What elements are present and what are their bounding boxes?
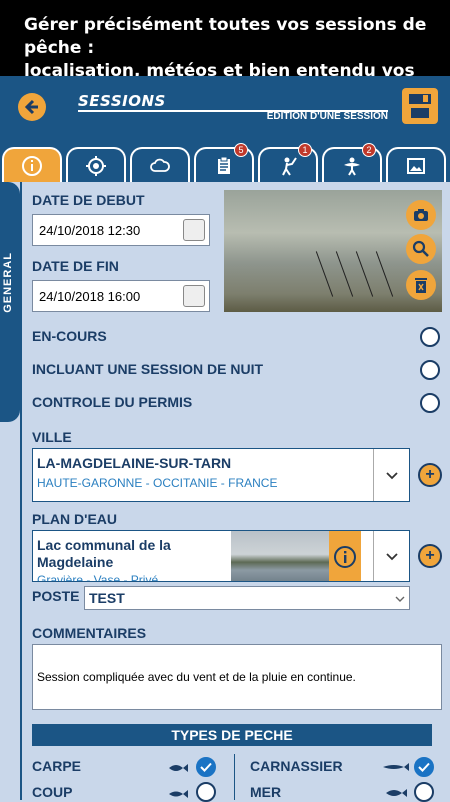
chevron-down-icon bbox=[385, 472, 398, 480]
type-check-mer[interactable] bbox=[414, 782, 434, 802]
camera-button[interactable] bbox=[406, 200, 436, 230]
comments-label: COMMENTAIRES bbox=[32, 625, 147, 641]
water-body-photo bbox=[231, 531, 329, 581]
banner-line-1: Gérer précisément toutes vos sessions de… bbox=[24, 15, 427, 58]
add-city-button[interactable]: + bbox=[418, 463, 442, 487]
camera-icon bbox=[414, 209, 428, 221]
page-subtitle: EDITION D'UNE SESSION bbox=[266, 111, 388, 122]
side-tab-label: GENERAL bbox=[2, 252, 14, 313]
water-body-details: Gravière - Vase - Privé bbox=[37, 573, 159, 582]
city-name: LA-MAGDELAINE-SUR-TARN bbox=[37, 455, 232, 471]
floppy-disk-icon bbox=[409, 94, 431, 118]
fisherman-icon bbox=[282, 156, 297, 176]
check-icon bbox=[418, 762, 430, 772]
promo-banner: Gérer précisément toutes vos sessions de… bbox=[0, 0, 450, 107]
fish-icon bbox=[169, 790, 188, 798]
type-label-carnassier: CARNASSIER bbox=[250, 758, 343, 774]
tab-gallery[interactable] bbox=[386, 147, 446, 182]
fish-catch-icon bbox=[344, 157, 360, 176]
post-label: POSTE bbox=[32, 588, 80, 604]
zoom-button[interactable] bbox=[406, 234, 436, 264]
gallery-icon bbox=[407, 157, 425, 174]
en-cours-label: EN-COURS bbox=[32, 328, 107, 344]
crosshair-icon bbox=[86, 155, 106, 176]
tab-badge: 2 bbox=[362, 143, 376, 157]
info-icon bbox=[334, 546, 356, 568]
end-date-label: DATE DE FIN bbox=[32, 258, 119, 274]
carp-icon bbox=[169, 764, 188, 772]
water-body-dropdown[interactable] bbox=[373, 531, 409, 581]
city-region: HAUTE-GARONNE - OCCITANIE - FRANCE bbox=[37, 476, 278, 490]
page-title: SESSIONS bbox=[78, 92, 166, 110]
tab-catches[interactable]: 2 bbox=[322, 143, 382, 182]
water-body-info-button[interactable] bbox=[329, 531, 361, 581]
en-cours-toggle[interactable] bbox=[420, 327, 440, 347]
side-tab-general[interactable]: GENERAL bbox=[0, 182, 20, 422]
general-panel: DATE DE DEBUT 24/10/2018 12:30 DATE DE F… bbox=[20, 182, 450, 802]
tab-badge: 1 bbox=[298, 143, 312, 157]
type-check-coup[interactable] bbox=[196, 782, 216, 802]
type-check-carpe[interactable] bbox=[196, 757, 216, 777]
end-date-field[interactable]: 24/10/2018 16:00 bbox=[32, 280, 210, 312]
calendar-icon[interactable] bbox=[183, 219, 205, 241]
clipboard-icon bbox=[218, 156, 230, 174]
pike-icon bbox=[383, 763, 409, 771]
save-button[interactable] bbox=[402, 88, 438, 124]
app-header: SESSIONS EDITION D'UNE SESSION bbox=[0, 76, 450, 142]
water-body-label: PLAN D'EAU bbox=[32, 511, 117, 527]
type-label-carpe: CARPE bbox=[32, 758, 82, 774]
water-body-select[interactable]: Lac communal de la Magdelaine Gravière -… bbox=[32, 530, 410, 582]
add-water-body-button[interactable]: + bbox=[418, 544, 442, 568]
start-date-field[interactable]: 24/10/2018 12:30 bbox=[32, 214, 210, 246]
night-session-toggle[interactable] bbox=[420, 360, 440, 380]
tab-bar: 5 1 2 bbox=[0, 142, 450, 182]
calendar-icon[interactable] bbox=[183, 285, 205, 307]
types-divider bbox=[234, 754, 235, 800]
arrow-left-icon bbox=[24, 99, 38, 115]
sea-fish-icon bbox=[386, 789, 407, 797]
water-body-name: Lac communal de la Magdelaine bbox=[37, 537, 171, 570]
chevron-down-icon bbox=[385, 553, 398, 561]
type-check-carnassier[interactable] bbox=[414, 757, 434, 777]
tab-location[interactable] bbox=[66, 147, 126, 182]
post-select[interactable]: TEST bbox=[84, 586, 410, 610]
city-select[interactable]: LA-MAGDELAINE-SUR-TARN HAUTE-GARONNE - O… bbox=[32, 448, 410, 502]
back-button[interactable] bbox=[18, 93, 46, 121]
magnifier-icon bbox=[412, 240, 429, 257]
tab-checklist[interactable]: 5 bbox=[194, 143, 254, 182]
delete-photo-button[interactable] bbox=[406, 270, 436, 300]
type-label-coup: COUP bbox=[32, 784, 73, 800]
type-label-mer: MER bbox=[250, 784, 282, 800]
city-dropdown[interactable] bbox=[373, 449, 409, 501]
permit-check-label: CONTROLE DU PERMIS bbox=[32, 394, 193, 410]
fishing-types-header: TYPES DE PECHE bbox=[32, 724, 432, 746]
tab-badge: 5 bbox=[234, 143, 248, 157]
cloud-icon bbox=[150, 158, 170, 172]
chevron-down-icon bbox=[395, 596, 405, 602]
trash-icon bbox=[415, 278, 427, 293]
tab-fisherman[interactable]: 1 bbox=[258, 143, 318, 182]
tab-weather[interactable] bbox=[130, 147, 190, 182]
check-icon bbox=[200, 762, 212, 772]
tab-info[interactable] bbox=[2, 147, 62, 182]
permit-check-toggle[interactable] bbox=[420, 393, 440, 413]
night-session-label: INCLUANT UNE SESSION DE NUIT bbox=[32, 361, 264, 377]
city-label: VILLE bbox=[32, 429, 72, 445]
start-date-label: DATE DE DEBUT bbox=[32, 192, 145, 208]
comments-field[interactable]: Session compliquée avec du vent et de la… bbox=[32, 644, 442, 710]
info-icon bbox=[22, 155, 42, 176]
